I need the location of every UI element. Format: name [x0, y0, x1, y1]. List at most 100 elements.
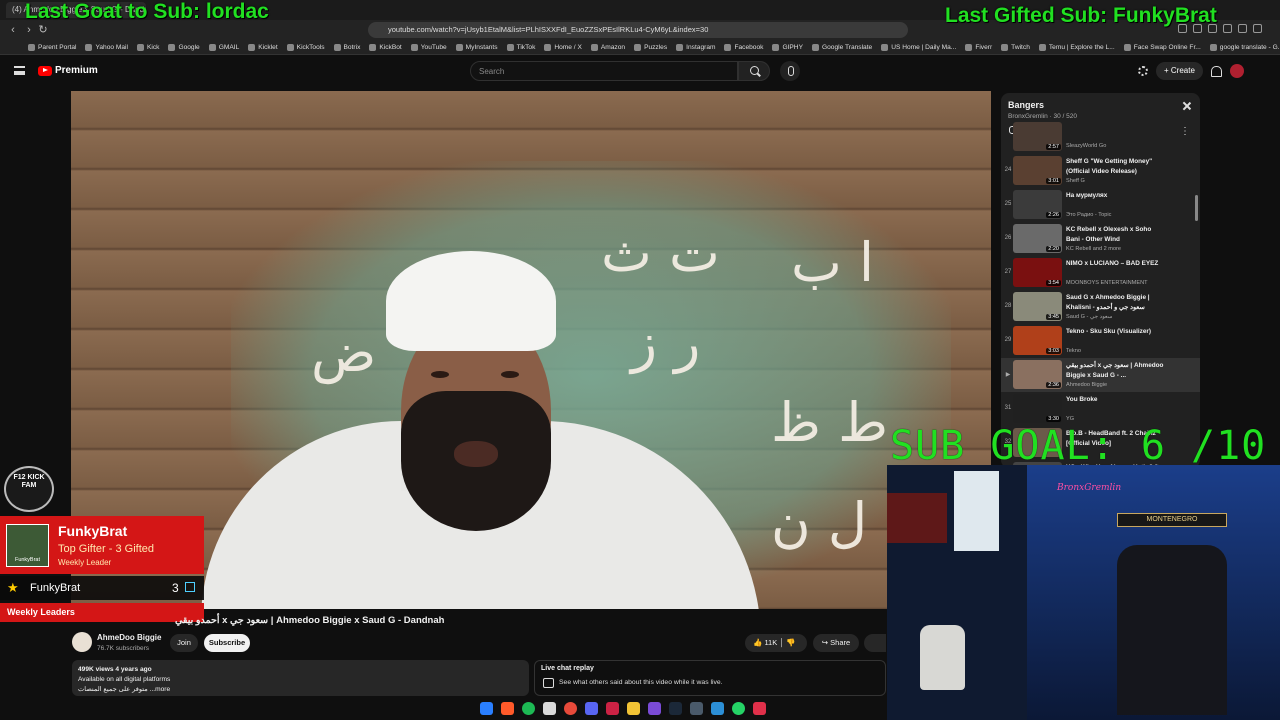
reload-icon[interactable]: ↻	[36, 23, 50, 37]
create-button[interactable]: + Create	[1156, 62, 1203, 80]
playlist-thumbnail[interactable]: 2:57	[1013, 122, 1062, 151]
playlist-item-title[interactable]: NIMO x LUCIANO – BAD EYEZ	[1066, 259, 1166, 269]
windows-start-icon[interactable]	[480, 702, 493, 715]
playlist-item-title[interactable]: أحمدو بيقي x سعود جي | Ahmedoo Biggie x …	[1066, 361, 1166, 380]
extension-icon[interactable]	[1238, 24, 1247, 33]
bookmark-item[interactable]: Fiverr	[965, 43, 992, 51]
like-button[interactable]: 👍 11K │ 👎	[745, 634, 807, 652]
account-avatar[interactable]	[1229, 64, 1244, 78]
playlist-thumbnail[interactable]: 3:03	[1013, 326, 1062, 355]
channel-avatar[interactable]	[72, 632, 92, 652]
app-icon[interactable]	[753, 702, 766, 715]
more-options-icon[interactable]: ⋮	[1180, 126, 1190, 137]
subscribe-button[interactable]: Subscribe	[204, 634, 250, 652]
playlist-item[interactable]: ▶ 2:36 أحمدو بيقي x سعود جي | Ahmedoo Bigg…	[1001, 358, 1200, 392]
bookmark-item[interactable]: GIPHY	[772, 43, 803, 51]
bookmark-item[interactable]: Temu | Explore the L...	[1038, 43, 1115, 51]
steam-icon[interactable]	[669, 702, 682, 715]
playlist-thumbnail[interactable]: 2:26	[1013, 190, 1062, 219]
spotify-icon[interactable]	[522, 702, 535, 715]
whatsapp-icon[interactable]	[732, 702, 745, 715]
playlist-scrollbar[interactable]	[1195, 195, 1198, 221]
join-button[interactable]: Join	[170, 634, 198, 652]
youtube-logo[interactable]: Premium	[38, 65, 98, 76]
sub-goal-overlay: SUB GOAL: 6 /10	[890, 423, 1267, 469]
bookmark-item[interactable]: Kick	[136, 43, 159, 51]
playlist-item[interactable]: 29 3:03 Tekno - Sku Sku (Visualizer) Tekno	[1001, 324, 1200, 358]
channel-name[interactable]: AhmeDoo Biggie	[97, 633, 161, 642]
notifications-bell-icon[interactable]	[1210, 65, 1222, 77]
playlist-item-title[interactable]: Tekno - Sku Sku (Visualizer)	[1066, 327, 1166, 337]
playlist-thumbnail[interactable]: 2:36	[1013, 360, 1062, 389]
app-icon[interactable]	[606, 702, 619, 715]
playlist-title[interactable]: Bangers	[1008, 100, 1044, 110]
playlist-item-title[interactable]: You Broke	[1066, 395, 1166, 405]
bookmark-item[interactable]: Parent Portal	[28, 43, 76, 51]
back-icon[interactable]: ‹	[6, 23, 20, 37]
extension-icon[interactable]	[1223, 24, 1232, 33]
playlist-thumbnail[interactable]: 3:01	[1013, 156, 1062, 185]
playlist-item[interactable]: 28 3:45 Saud G x Ahmedoo Biggie | Khalisni…	[1001, 290, 1200, 324]
forward-icon[interactable]: ›	[22, 23, 36, 37]
search-input[interactable]: Search	[470, 61, 738, 81]
search-icon[interactable]	[738, 61, 770, 81]
share-button[interactable]: ↪ Share	[813, 634, 859, 652]
bookmark-item[interactable]: Botrix	[333, 43, 360, 51]
bookmark-item[interactable]: MyInstants	[455, 43, 498, 51]
bookmark-item[interactable]: Amazon	[590, 43, 625, 51]
webcam-red-object	[887, 493, 947, 543]
app-icon[interactable]	[648, 702, 661, 715]
extension-icon[interactable]	[1253, 24, 1262, 33]
playlist-thumbnail[interactable]: 3:30	[1013, 394, 1062, 423]
bookmark-item[interactable]: Puzzles	[634, 43, 667, 51]
bookmark-item[interactable]: Instagram	[676, 43, 715, 51]
save-button[interactable]	[864, 634, 886, 652]
bookmark-item[interactable]: TikTok	[506, 43, 535, 51]
bookmark-item[interactable]: Face Swap Online Fr...	[1123, 43, 1201, 51]
bookmark-item[interactable]: KickBot	[369, 43, 402, 51]
bookmark-favicon-icon	[506, 43, 514, 51]
url-bar[interactable]: youtube.com/watch?v=jUsyb1EtalM&list=PLh…	[368, 22, 908, 38]
playlist-thumbnail[interactable]: 2:20	[1013, 224, 1062, 253]
bookmark-item[interactable]: YouTube	[410, 43, 447, 51]
bookmark-item[interactable]: US Home | Daily Ma...	[881, 43, 956, 51]
bookmark-item[interactable]: Google	[168, 43, 200, 51]
bookmark-item[interactable]: Kicklet	[248, 43, 278, 51]
playlist-item[interactable]: 27 3:54 NIMO x LUCIANO – BAD EYEZ MOONBOYS …	[1001, 256, 1200, 290]
folder-icon[interactable]	[627, 702, 640, 715]
playlist-item[interactable]: 26 2:20 KC Rebell x Olexesh x Soho Bani - …	[1001, 222, 1200, 256]
bookmark-item[interactable]: google translate - G...	[1209, 43, 1280, 51]
playlist-item-title[interactable]: KC Rebell x Olexesh x Soho Bani - Other …	[1066, 225, 1166, 244]
chrome-icon[interactable]	[564, 702, 577, 715]
playlist-item[interactable]: 24 3:01 Sheff G "We Getting Money" (Offici…	[1001, 154, 1200, 188]
playlist-thumbnail[interactable]: 3:54	[1013, 258, 1062, 287]
playlist-item-title[interactable]: На мурмулях	[1066, 191, 1166, 201]
playlist-item-title[interactable]: Sheff G "We Getting Money" (Official Vid…	[1066, 157, 1166, 176]
bookmark-item[interactable]: Twitch	[1001, 43, 1030, 51]
playlist-item-title[interactable]: Saud G x Ahmedoo Biggie | Khalisni - سعو…	[1066, 293, 1166, 312]
app-icon[interactable]	[711, 702, 724, 715]
microphone-icon[interactable]	[780, 61, 800, 81]
bookmark-item[interactable]: Yahoo Mail	[85, 43, 128, 51]
playlist-item[interactable]: 2:57 SleazyWorld Go	[1001, 122, 1200, 154]
app-icon[interactable]	[543, 702, 556, 715]
menu-icon[interactable]	[14, 66, 25, 75]
bookmark-item[interactable]: KickTools	[286, 43, 325, 51]
bookmark-item[interactable]: Google Translate	[811, 43, 872, 51]
video-player[interactable]: ا ب ت ث ر ز ط ظ ض ل ن	[71, 91, 991, 609]
discord-icon[interactable]	[585, 702, 598, 715]
settings-icon[interactable]	[690, 702, 703, 715]
close-icon[interactable]	[1182, 101, 1192, 111]
live-chat-replay[interactable]: Live chat replay See what others said ab…	[534, 660, 886, 696]
extension-gear-icon[interactable]	[1138, 66, 1148, 76]
bookmark-item[interactable]: Home / X	[544, 43, 582, 51]
bookmark-favicon-icon	[1123, 43, 1131, 51]
playlist-item[interactable]: 25 2:26 На мурмулях Это Радио - Topic	[1001, 188, 1200, 222]
playlist-item[interactable]: 31 3:30 You Broke YG	[1001, 392, 1200, 426]
bookmark-item[interactable]: Facebook	[724, 43, 763, 51]
description-box[interactable]: 499K views 4 years ago Available on all …	[72, 660, 529, 696]
bookmark-item[interactable]: GMAIL	[208, 43, 239, 51]
playlist-thumbnail[interactable]: 3:45	[1013, 292, 1062, 321]
brave-browser-icon[interactable]	[501, 702, 514, 715]
bookmark-favicon-icon	[85, 43, 93, 51]
